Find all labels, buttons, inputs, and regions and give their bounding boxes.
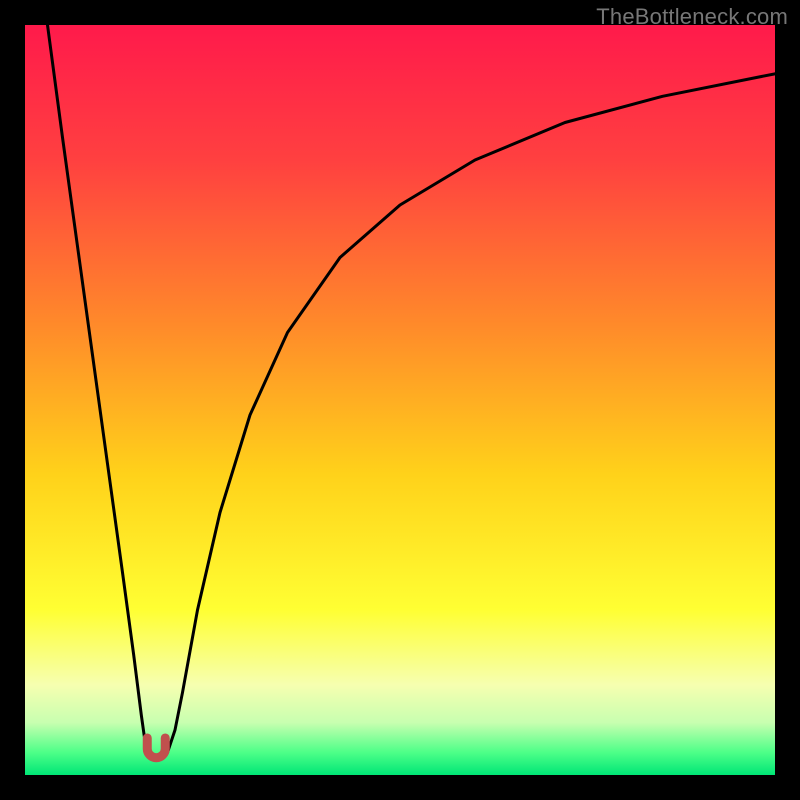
watermark-text: TheBottleneck.com xyxy=(596,4,788,30)
chart-svg xyxy=(25,25,775,775)
chart-background xyxy=(25,25,775,775)
outer-black-frame: TheBottleneck.com xyxy=(0,0,800,800)
chart-plot-area xyxy=(25,25,775,775)
